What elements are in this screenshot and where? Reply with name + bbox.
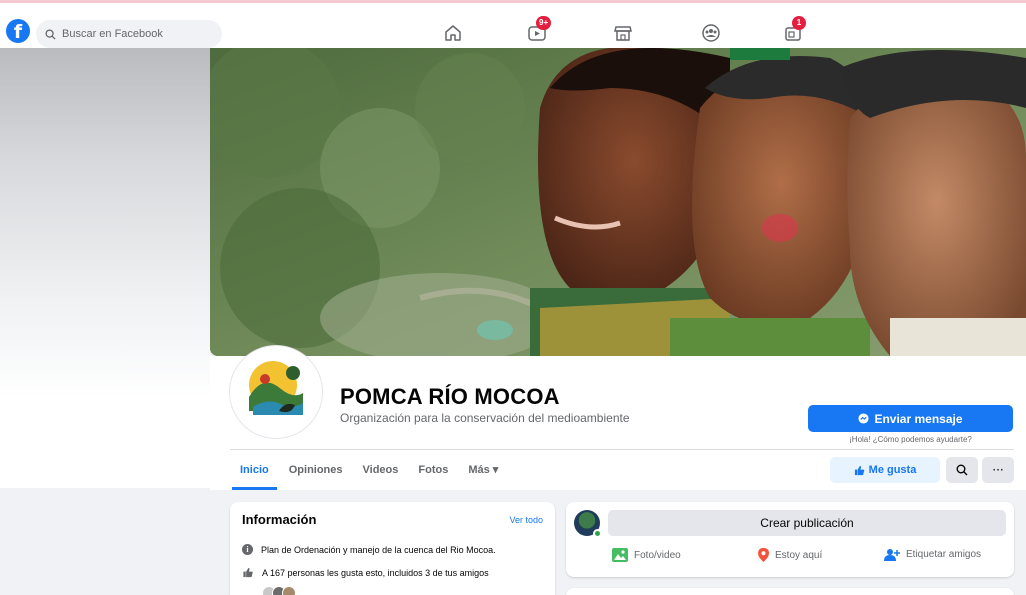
photo-video-action[interactable]: Foto/video bbox=[612, 548, 681, 562]
groups-icon[interactable] bbox=[698, 22, 724, 44]
friend-avatars bbox=[262, 586, 296, 595]
create-post-card: Crear publicación Foto/video Estoy aquí … bbox=[566, 502, 1014, 577]
video-icon[interactable]: 9+ bbox=[524, 16, 552, 44]
tag-friends-action[interactable]: Etiquetar amigos bbox=[884, 548, 981, 561]
pomca-logo-icon bbox=[233, 349, 319, 435]
top-navigation-bar: f 9+ 1 bbox=[0, 0, 1026, 48]
photo-video-label: Foto/video bbox=[634, 549, 681, 561]
checkin-label: Estoy aquí bbox=[775, 549, 823, 561]
create-post-button[interactable]: Crear publicación bbox=[608, 510, 1006, 536]
send-message-button[interactable]: Enviar mensaje bbox=[808, 405, 1013, 432]
like-button[interactable]: Me gusta bbox=[830, 457, 940, 483]
page-tabs: Inicio Opiniones Videos Fotos Más ▾ bbox=[230, 450, 508, 490]
search-input[interactable] bbox=[62, 28, 212, 40]
checkin-action[interactable]: Estoy aquí bbox=[758, 548, 822, 562]
feed-post-card bbox=[566, 588, 1014, 595]
tab-mas[interactable]: Más ▾ bbox=[458, 450, 508, 490]
page-description: Plan de Ordenación y manejo de la cuenca… bbox=[261, 544, 496, 555]
tag-friends-label: Etiquetar amigos bbox=[906, 549, 982, 560]
gaming-notification-badge: 1 bbox=[792, 16, 806, 30]
search-box[interactable] bbox=[36, 20, 222, 48]
info-card: Información Ver todo i Plan de Ordenació… bbox=[230, 502, 555, 595]
message-hint: ¡Hola! ¿Cómo podemos ayudarte? bbox=[849, 435, 972, 444]
tab-videos[interactable]: Videos bbox=[353, 450, 409, 490]
photo-icon bbox=[612, 548, 628, 562]
search-page-button[interactable] bbox=[946, 457, 978, 483]
home-icon[interactable] bbox=[440, 22, 466, 44]
messenger-icon bbox=[858, 413, 870, 424]
online-status-dot bbox=[593, 529, 602, 538]
tag-people-icon bbox=[884, 549, 900, 561]
search-icon bbox=[956, 464, 968, 476]
cover-photo[interactable] bbox=[210, 48, 1026, 356]
info-title: Información bbox=[242, 512, 317, 527]
page-avatar[interactable] bbox=[230, 346, 322, 438]
thumbs-up-icon bbox=[243, 567, 253, 578]
see-all-link[interactable]: Ver todo bbox=[509, 515, 543, 525]
more-icon: ··· bbox=[992, 463, 1004, 477]
description-row: i Plan de Ordenación y manejo de la cuen… bbox=[242, 544, 496, 555]
likes-row: A 167 personas les gusta esto, incluidos… bbox=[242, 567, 489, 578]
cover-photo-illustration bbox=[210, 48, 1026, 356]
page-title: POMCA RÍO MOCOA bbox=[340, 384, 560, 409]
send-message-label: Enviar mensaje bbox=[874, 411, 963, 426]
thumbs-up-icon bbox=[854, 465, 864, 475]
video-notification-badge: 9+ bbox=[536, 16, 552, 30]
marketplace-icon[interactable] bbox=[610, 22, 636, 44]
facebook-logo-icon[interactable]: f bbox=[6, 19, 30, 43]
like-label: Me gusta bbox=[868, 464, 917, 476]
likes-count[interactable]: A 167 personas les gusta esto, incluidos… bbox=[262, 568, 489, 578]
gaming-icon[interactable]: 1 bbox=[780, 16, 806, 44]
tab-inicio[interactable]: Inicio bbox=[230, 450, 279, 490]
tab-fotos[interactable]: Fotos bbox=[408, 450, 458, 490]
tab-opiniones[interactable]: Opiniones bbox=[279, 450, 353, 490]
search-icon bbox=[45, 28, 56, 40]
friend-avatar[interactable] bbox=[282, 586, 296, 595]
left-background-shade bbox=[0, 48, 210, 488]
page-category: Organización para la conservación del me… bbox=[340, 411, 630, 425]
info-circle-icon: i bbox=[242, 544, 253, 555]
location-pin-icon bbox=[758, 548, 769, 562]
more-options-button[interactable]: ··· bbox=[982, 457, 1014, 483]
